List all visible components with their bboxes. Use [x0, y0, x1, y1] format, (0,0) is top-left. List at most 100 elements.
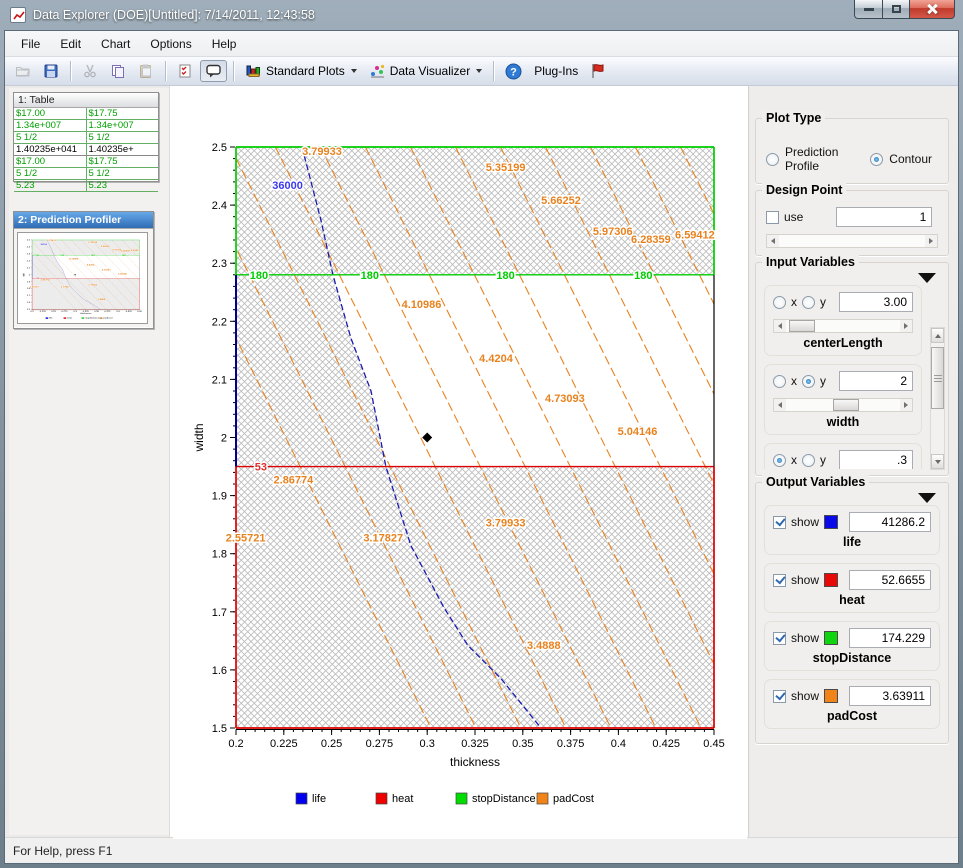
slider-thumb[interactable]	[789, 320, 815, 332]
show-checkbox-life[interactable]	[773, 516, 786, 529]
bar-chart-icon	[245, 63, 262, 79]
output-variable-value-field[interactable]: 174.229	[849, 628, 931, 648]
table-cell: 5.23	[14, 180, 86, 192]
svg-text:5.04146: 5.04146	[618, 426, 658, 438]
table-cell: $17.00	[14, 156, 86, 168]
minimize-button[interactable]	[854, 0, 883, 19]
comment-bubble-button[interactable]	[200, 60, 227, 82]
slider-track[interactable]	[786, 320, 900, 332]
window-controls	[854, 0, 955, 19]
standard-plots-button[interactable]: Standard Plots	[240, 60, 362, 82]
plugins-button[interactable]: Plug-Ins	[529, 61, 583, 81]
plugins-flag-button[interactable]	[585, 60, 609, 82]
menu-item-chart[interactable]: Chart	[91, 33, 140, 55]
menu-item-file[interactable]: File	[11, 33, 50, 55]
open-button[interactable]	[10, 60, 36, 82]
scroll-down-icon[interactable]	[931, 454, 944, 469]
svg-text:3.79933: 3.79933	[302, 146, 342, 158]
profiler-thumbnail[interactable]: 0.20.2250.250.2750.30.3250.350.3750.40.4…	[14, 229, 153, 327]
input-variable-value-field[interactable]: 2	[839, 371, 913, 391]
input-variable-slider[interactable]	[773, 319, 913, 333]
scrollbar-track[interactable]	[931, 343, 944, 454]
svg-text:0.45: 0.45	[703, 738, 724, 750]
menu-item-help[interactable]: Help	[202, 33, 247, 55]
maximize-button[interactable]	[883, 0, 910, 19]
checklist-button[interactable]	[172, 60, 198, 82]
input-variables-scrollbar[interactable]	[930, 327, 945, 470]
input-variable-value-field[interactable]: .3	[839, 450, 913, 469]
svg-text:2.2: 2.2	[27, 261, 30, 262]
y-axis-radio[interactable]	[802, 296, 815, 309]
profiler-mini-window-title[interactable]: 2: Prediction Profiler	[14, 212, 153, 229]
save-button[interactable]	[38, 60, 64, 82]
svg-text:3.79933: 3.79933	[486, 517, 526, 529]
svg-text:1.6: 1.6	[212, 665, 227, 677]
cut-button[interactable]	[77, 60, 103, 82]
x-axis-radio[interactable]	[773, 375, 786, 388]
x-axis-radio[interactable]	[773, 454, 786, 467]
collapse-triangle-icon[interactable]	[918, 273, 936, 283]
slider-track[interactable]	[779, 235, 925, 247]
slider-right-arrow-icon[interactable]	[925, 235, 937, 247]
output-variable-value-field[interactable]: 52.6655	[849, 570, 931, 590]
slider-left-arrow-icon[interactable]	[767, 235, 779, 247]
x-radio-label: x	[791, 374, 797, 388]
close-icon	[926, 4, 938, 14]
slider-left-arrow-icon[interactable]	[774, 399, 786, 411]
table-cell: 5 1/2	[86, 168, 158, 180]
scrollbar-thumb[interactable]	[931, 347, 944, 409]
show-checkbox-heat[interactable]	[773, 574, 786, 587]
color-swatch-heat[interactable]	[824, 573, 838, 587]
y-axis-radio[interactable]	[802, 454, 815, 467]
input-variable-value-field[interactable]: 3.00	[839, 292, 913, 312]
chevron-down-icon	[351, 69, 357, 73]
slider-left-arrow-icon[interactable]	[774, 320, 786, 332]
svg-text:0.2: 0.2	[30, 311, 33, 312]
color-swatch-padCost[interactable]	[824, 689, 838, 703]
left-thumbnail-panel: 1: Table $17.00$17.751.34e+0071.34e+0075…	[9, 88, 169, 835]
flag-icon	[590, 63, 604, 79]
collapse-triangle-icon[interactable]	[918, 493, 936, 503]
output-variable-value-field[interactable]: 41286.2	[849, 512, 931, 532]
show-checkbox-label: show	[791, 573, 819, 587]
x-axis-radio[interactable]	[773, 296, 786, 309]
color-swatch-stopDistance[interactable]	[824, 631, 838, 645]
design-point-value-field[interactable]: 1	[836, 207, 932, 227]
output-variable-row: show3.63911	[773, 686, 931, 706]
close-button[interactable]	[910, 0, 955, 19]
color-swatch-life[interactable]	[824, 515, 838, 529]
slider-thumb[interactable]	[833, 399, 859, 411]
svg-text:0.4: 0.4	[611, 738, 626, 750]
copy-button[interactable]	[105, 60, 131, 82]
data-visualizer-button[interactable]: Data Visualizer	[364, 60, 487, 82]
help-button[interactable]: ?	[500, 60, 527, 83]
slider-track[interactable]	[786, 399, 900, 411]
plot-type-radio-contour[interactable]	[870, 153, 883, 166]
slider-right-arrow-icon[interactable]	[900, 399, 912, 411]
show-checkbox-stopDistance[interactable]	[773, 632, 786, 645]
y-axis-radio[interactable]	[802, 375, 815, 388]
plot-type-radio-prediction-profile[interactable]	[766, 153, 779, 166]
use-checkbox[interactable]	[766, 211, 779, 224]
legend-swatch-stopDistance	[456, 793, 467, 804]
table-mini-window-title[interactable]: 1: Table	[14, 93, 158, 108]
output-variable-value-field[interactable]: 3.63911	[849, 686, 931, 706]
chevron-down-icon	[476, 69, 482, 73]
show-checkbox-padCost[interactable]	[773, 690, 786, 703]
checklist-icon	[177, 63, 193, 79]
profiler-mini-window[interactable]: 2: Prediction Profiler 0.20.2250.250.275…	[13, 211, 154, 329]
svg-text:0.3: 0.3	[420, 738, 435, 750]
svg-text:1.7: 1.7	[27, 296, 30, 297]
contour-plot[interactable]: 0.20.2250.250.2750.30.3250.350.3750.40.4…	[173, 89, 747, 844]
scroll-up-icon[interactable]	[931, 328, 944, 343]
menu-item-edit[interactable]: Edit	[50, 33, 91, 55]
menu-item-options[interactable]: Options	[140, 33, 201, 55]
input-variable-slider[interactable]	[773, 398, 913, 412]
title-bar[interactable]: Data Explorer (DOE)[Untitled]: 7/14/2011…	[0, 0, 963, 30]
table-mini-window[interactable]: 1: Table $17.00$17.751.34e+0071.34e+0075…	[13, 92, 159, 182]
design-point-slider[interactable]	[766, 234, 938, 248]
svg-text:4.10986: 4.10986	[402, 299, 442, 311]
paste-button[interactable]	[133, 60, 159, 82]
slider-right-arrow-icon[interactable]	[900, 320, 912, 332]
app-icon	[10, 7, 26, 23]
